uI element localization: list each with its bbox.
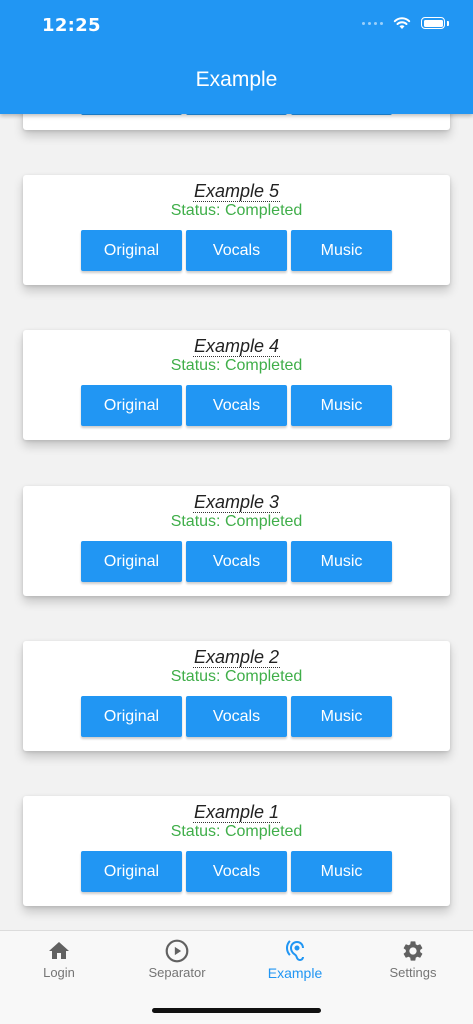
music-button[interactable]: Music [291, 696, 392, 737]
original-button[interactable]: Original [81, 230, 182, 271]
example-list[interactable]: Example 5 Status: Completed Original Voc… [0, 0, 473, 930]
nav-label: Example [267, 965, 323, 981]
card-title[interactable]: Example 5 [23, 181, 450, 202]
nav-item-separator[interactable]: Separator [118, 937, 236, 980]
status-text: Status: Completed [170, 357, 303, 374]
wifi-icon [393, 17, 411, 29]
home-indicator[interactable] [152, 1008, 321, 1013]
original-button[interactable]: Original [81, 385, 182, 426]
status-text: Status: Completed [170, 823, 303, 840]
home-icon [0, 937, 118, 965]
nav-label: Separator [148, 965, 206, 980]
example-card: Example 2 Status: Completed Original Voc… [23, 641, 450, 751]
hearing-icon [236, 937, 354, 965]
original-button[interactable]: Original [81, 696, 182, 737]
example-card: Example 3 Status: Completed Original Voc… [23, 486, 450, 596]
status-text: Status: Completed [170, 513, 303, 530]
original-button[interactable]: Original [81, 541, 182, 582]
nav-item-settings[interactable]: Settings [354, 937, 472, 980]
vocals-button[interactable]: Vocals [186, 230, 287, 271]
status-text: Status: Completed [170, 668, 303, 685]
battery-tip [447, 20, 449, 26]
original-button[interactable]: Original [81, 851, 182, 892]
card-title[interactable]: Example 4 [23, 336, 450, 357]
nav-item-login[interactable]: Login [0, 937, 118, 980]
status-time: 12:25 [42, 15, 101, 36]
card-title[interactable]: Example 2 [23, 647, 450, 668]
vocals-button[interactable]: Vocals [186, 541, 287, 582]
page-title: Example [195, 68, 278, 91]
nav-item-example[interactable]: Example [236, 937, 354, 981]
nav-label: Settings [389, 965, 437, 980]
vocals-button[interactable]: Vocals [186, 385, 287, 426]
card-title[interactable]: Example 3 [23, 492, 450, 513]
music-button[interactable]: Music [291, 851, 392, 892]
music-button[interactable]: Music [291, 541, 392, 582]
nav-label: Login [43, 965, 75, 980]
gear-icon [354, 937, 472, 965]
battery-icon [421, 17, 445, 29]
example-card: Example 5 Status: Completed Original Voc… [23, 175, 450, 285]
card-title[interactable]: Example 1 [23, 802, 450, 823]
vocals-button[interactable]: Vocals [186, 696, 287, 737]
status-icons [362, 16, 449, 30]
signal-icon [362, 21, 383, 25]
example-card: Example 4 Status: Completed Original Voc… [23, 330, 450, 440]
example-card: Example 1 Status: Completed Original Voc… [23, 796, 450, 906]
play-circle-icon [118, 937, 236, 965]
app-bar: 12:25 Example [0, 0, 473, 114]
vocals-button[interactable]: Vocals [186, 851, 287, 892]
music-button[interactable]: Music [291, 230, 392, 271]
music-button[interactable]: Music [291, 385, 392, 426]
status-text: Status: Completed [170, 202, 303, 219]
